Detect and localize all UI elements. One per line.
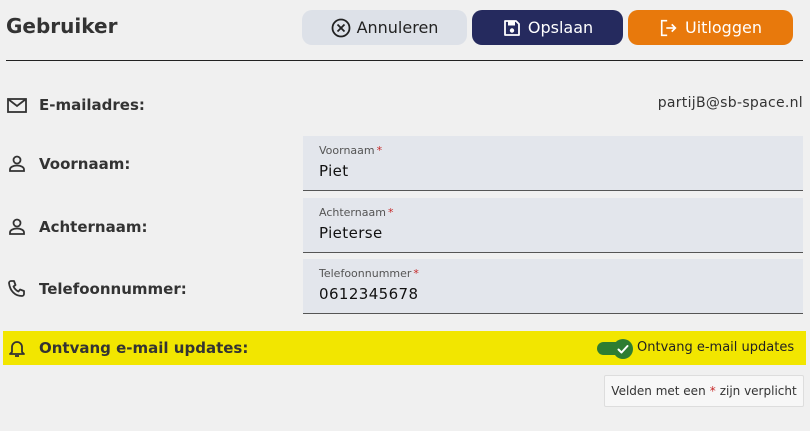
toggle-knob: [613, 339, 633, 359]
mail-icon: [6, 94, 28, 116]
phone-label: Telefoonnummer:: [39, 280, 187, 298]
first-name-label: Voornaam:: [39, 155, 131, 173]
required-marker: *: [387, 206, 394, 219]
first-name-input[interactable]: [319, 162, 789, 180]
email-updates-toggle[interactable]: [597, 339, 633, 359]
save-button-label: Opslaan: [527, 18, 594, 37]
last-name-row-label: Achternaam:: [6, 216, 147, 238]
header: Gebruiker Annuleren Opslaan Uitloggen: [0, 0, 810, 56]
last-name-field[interactable]: Achternaam *: [303, 198, 803, 253]
phone-row-label: Telefoonnummer:: [6, 278, 187, 300]
phone-field[interactable]: Telefoonnummer *: [303, 259, 803, 314]
save-button[interactable]: Opslaan: [472, 10, 623, 45]
first-name-field-label: Voornaam *: [319, 144, 383, 157]
email-updates-row-label: Ontvang e-mail updates:: [6, 337, 248, 359]
logout-icon: [659, 18, 679, 38]
floppy-disk-icon: [502, 18, 522, 38]
last-name-field-label: Achternaam *: [319, 206, 394, 219]
required-note-suffix: zijn verplicht: [719, 384, 797, 398]
last-name-input[interactable]: [319, 224, 789, 242]
email-row-label: E-mailadres:: [6, 94, 145, 116]
first-name-row-label: Voornaam:: [6, 153, 130, 175]
person-icon: [6, 216, 28, 238]
close-circle-icon: [331, 18, 351, 38]
header-divider: [6, 60, 803, 61]
phone-field-label: Telefoonnummer *: [319, 267, 419, 280]
last-name-label: Achternaam:: [39, 218, 148, 236]
phone-input[interactable]: [319, 285, 789, 303]
phone-icon: [6, 278, 28, 300]
check-icon: [617, 345, 629, 354]
cancel-button[interactable]: Annuleren: [302, 10, 467, 45]
first-name-field[interactable]: Voornaam *: [303, 136, 803, 191]
logout-button-label: Uitloggen: [685, 18, 762, 37]
email-updates-toggle-label[interactable]: Ontvang e-mail updates: [637, 340, 794, 355]
required-note-prefix: Velden met een: [611, 384, 706, 398]
cancel-button-label: Annuleren: [356, 18, 439, 37]
email-label: E-mailadres:: [39, 96, 145, 114]
email-updates-label: Ontvang e-mail updates:: [39, 339, 249, 357]
person-icon: [6, 153, 28, 175]
email-value: partijB@sb-space.nl: [657, 95, 803, 111]
logout-button[interactable]: Uitloggen: [628, 10, 793, 45]
required-fields-note: Velden met een * zijn verplicht: [604, 375, 804, 407]
bell-icon: [6, 337, 28, 359]
page-title: Gebruiker: [6, 14, 118, 38]
required-marker: *: [709, 384, 716, 398]
required-marker: *: [376, 144, 383, 157]
required-marker: *: [413, 267, 419, 280]
